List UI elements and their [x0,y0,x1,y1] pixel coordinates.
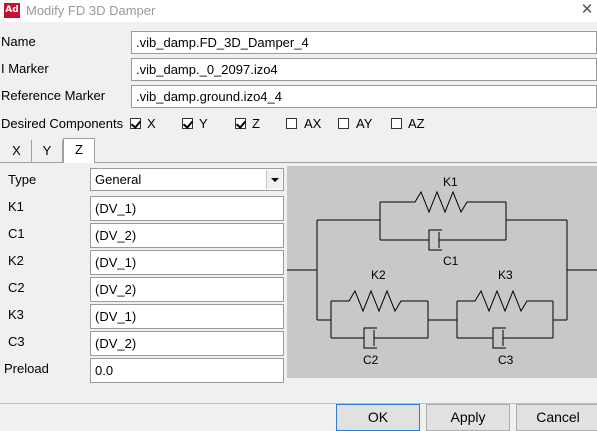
tab-y[interactable]: Y [32,140,63,162]
c1-label: C1 [8,226,25,241]
k2-diagram-label: K2 [371,268,386,282]
component-ay-label: AY [356,116,373,131]
spring-k3 [457,289,553,313]
type-select[interactable]: General [90,168,284,191]
spring-k2 [331,289,428,313]
k3-label: K3 [8,307,24,322]
component-ax-checkbox[interactable] [286,118,297,129]
c3-field[interactable]: (DV_2) [90,331,284,356]
component-az-checkbox[interactable] [391,118,402,129]
k3-diagram-label: K3 [498,268,513,282]
preload-field[interactable]: 0.0 [90,358,284,383]
type-select-value: General [95,172,142,187]
c2-field[interactable]: (DV_2) [90,277,284,302]
name-label: Name [1,34,36,49]
name-field[interactable]: .vib_damp.FD_3D_Damper_4 [131,31,597,54]
preload-label: Preload [4,361,49,376]
k1-label: K1 [8,199,24,214]
c1-field[interactable]: (DV_2) [90,223,284,248]
title-bar: Ad Modify FD 3D Damper ✕ [0,0,597,22]
cancel-button[interactable]: Cancel [516,404,597,431]
close-icon[interactable]: ✕ [578,0,596,20]
ok-button[interactable]: OK [336,404,420,431]
chevron-down-icon[interactable] [266,170,282,189]
reference-marker-field[interactable]: .vib_damp.ground.izo4_4 [131,85,597,108]
i-marker-label: I Marker [1,61,49,76]
component-y-label: Y [199,116,208,131]
component-az-label: AZ [408,116,425,131]
spring-k1 [380,190,506,214]
k2-field[interactable]: (DV_1) [90,250,284,275]
reference-marker-label: Reference Marker [1,88,106,103]
component-z-label: Z [252,116,260,131]
tab-x[interactable]: X [2,140,32,162]
k2-label: K2 [8,253,24,268]
c1-diagram-label: C1 [443,254,459,268]
k3-field[interactable]: (DV_1) [90,304,284,329]
component-z-checkbox[interactable] [235,118,246,129]
k1-field[interactable]: (DV_1) [90,196,284,221]
component-ax-label: AX [304,116,322,131]
component-y-checkbox[interactable] [182,118,193,129]
window-title: Modify FD 3D Damper [26,3,156,18]
apply-button[interactable]: Apply [426,404,510,431]
spring-damper-diagram: K1 C1 K2 C2 K3 C3 [287,166,597,378]
c2-diagram-label: C2 [363,353,379,367]
i-marker-field[interactable]: .vib_damp._0_2097.izo4 [131,58,597,81]
app-logo-icon: Ad [4,3,20,18]
c2-label: C2 [8,280,25,295]
type-label: Type [8,172,37,187]
k1-diagram-label: K1 [443,175,458,189]
tab-z[interactable]: Z [63,138,95,163]
component-x-checkbox[interactable] [130,118,141,129]
component-x-label: X [147,116,156,131]
desired-components-label: Desired Components [1,116,124,131]
c3-diagram-label: C3 [498,353,514,367]
component-ay-checkbox[interactable] [338,118,349,129]
c3-label: C3 [8,334,25,349]
